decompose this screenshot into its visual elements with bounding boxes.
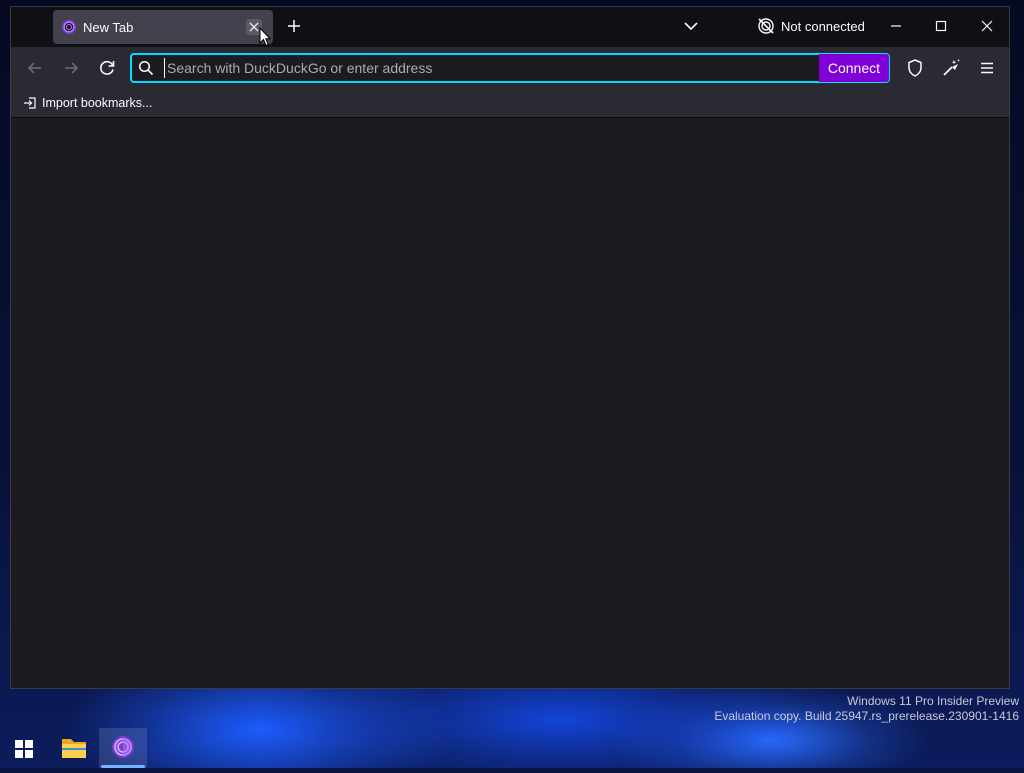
address-bar[interactable]: Connect [130,53,890,83]
reload-icon [100,60,115,75]
broom-sparkle-icon [943,59,960,76]
arrow-left-icon [27,62,41,74]
bookmarks-toolbar: Import bookmarks... [11,89,1009,118]
watermark-line-build: Evaluation copy. Build 25947.rs_prerelea… [714,709,1019,723]
tab-close-button[interactable] [246,19,262,35]
watermark-line-edition: Windows 11 Pro Insider Preview [847,694,1019,708]
tab-title: New Tab [83,20,134,35]
search-icon [138,60,154,76]
import-bookmarks-button[interactable]: Import bookmarks... [23,95,152,111]
arrow-right-icon [65,62,79,74]
browser-window: New Tab Not connected Search with DuckDu… [10,6,1010,689]
close-icon [981,20,993,32]
tor-circuit-off-icon [758,18,774,34]
taskbar [0,728,1024,768]
connect-button[interactable]: Connect [818,54,889,82]
plus-icon [288,20,300,32]
maximize-window-button[interactable] [929,15,953,37]
new-tab-button[interactable] [283,15,305,37]
page-content-area[interactable] [11,118,1009,688]
windows-logo-icon [15,740,33,758]
minimize-icon [891,25,901,27]
navigation-toolbar: Connect [11,47,1009,89]
shield-icon [908,59,922,77]
forward-button[interactable] [59,56,83,80]
back-button[interactable] [23,56,47,80]
title-bar: New Tab Not connected [11,7,1009,47]
chevron-down-icon [684,22,698,31]
connection-status-label: Not connected [781,18,865,34]
close-icon [249,22,259,32]
address-input[interactable] [164,58,787,78]
tor-browser-taskbar-button[interactable] [99,728,147,768]
import-icon [24,97,36,109]
tor-onion-icon [112,736,134,758]
close-window-button[interactable] [975,15,999,37]
reload-button[interactable] [95,56,119,80]
import-bookmarks-label: Import bookmarks... [42,96,153,110]
start-button[interactable] [0,728,48,768]
hamburger-menu-icon [981,62,993,74]
tab-new-tab[interactable]: New Tab [53,10,273,44]
file-explorer-taskbar-button[interactable] [50,728,98,768]
tab-list-button[interactable] [681,16,701,36]
tor-onion-icon [62,20,76,34]
windows-evaluation-watermark: Windows 11 Pro Insider Preview Evaluatio… [714,694,1019,724]
application-menu-button[interactable] [975,56,999,80]
maximize-icon [935,20,947,32]
security-level-button[interactable] [903,56,927,80]
tor-connection-status[interactable]: Not connected [757,15,865,37]
folder-icon [62,739,86,758]
minimize-window-button[interactable] [884,15,908,37]
new-identity-button[interactable] [939,56,963,80]
